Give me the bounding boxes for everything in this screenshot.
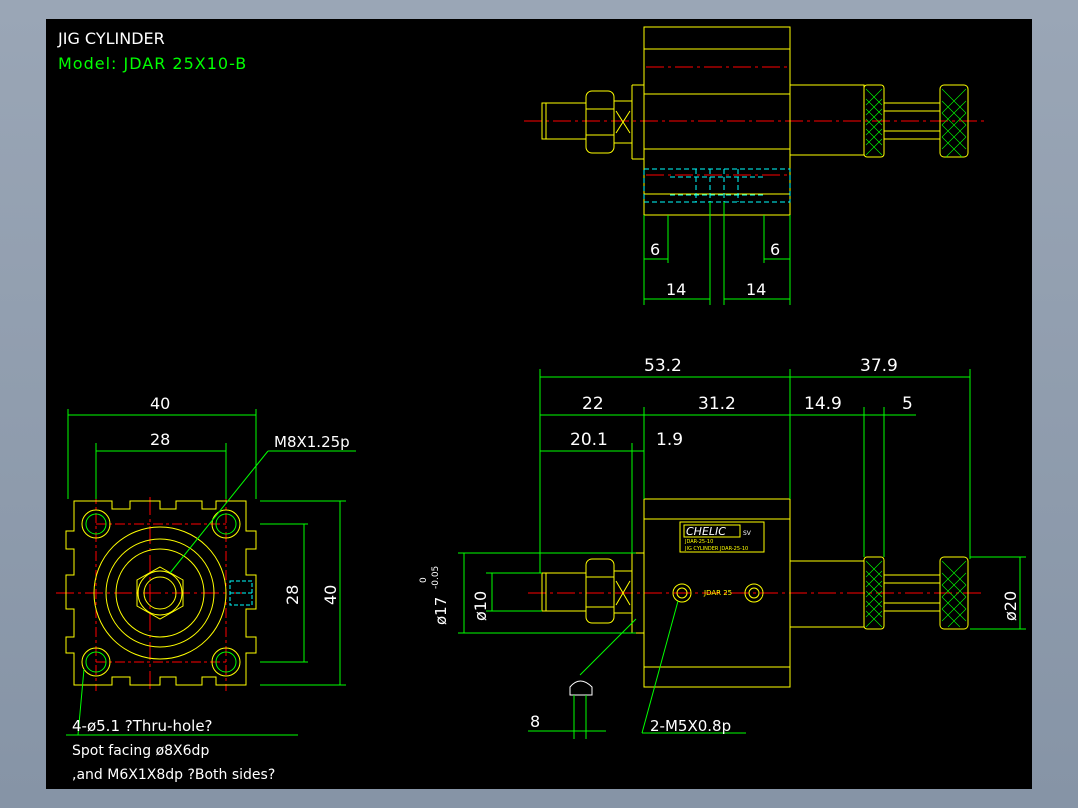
dim-22: 22 xyxy=(582,394,604,414)
dim-20-1: 20.1 xyxy=(570,430,608,450)
dim-tol-lower: -0.05 xyxy=(431,566,441,589)
dim-top-14-right: 14 xyxy=(746,280,766,299)
dim-front-40: 40 xyxy=(150,394,170,413)
dim-53-2: 53.2 xyxy=(644,356,682,376)
dim-front-40-vert: 40 xyxy=(321,585,340,605)
dim-5: 5 xyxy=(902,394,913,414)
note-thread-depth: ,and M6X1X8dp ?Both sides? xyxy=(72,767,275,783)
dim-tol-upper: 0 xyxy=(419,577,429,583)
brand-label: CHELIC xyxy=(686,525,726,538)
drawing-canvas[interactable]: JIG CYLINDER Model: JDAR 25X10-B 6 6 14 … xyxy=(46,19,1032,789)
top-view xyxy=(524,26,986,216)
side-view xyxy=(528,498,984,696)
plate-line1: JDAR-25-10 xyxy=(684,539,713,545)
dim-front-28: 28 xyxy=(150,430,170,449)
model-label: Model: JDAR 25X10-B xyxy=(58,54,247,73)
body-mark: JDAR 25 xyxy=(703,589,732,597)
front-view xyxy=(56,494,257,691)
dim-dia-17: ø17 xyxy=(432,597,450,625)
dim-1-9: 1.9 xyxy=(656,430,683,450)
drawing-title: JIG CYLINDER xyxy=(57,29,165,48)
dim-wrench-8: 8 xyxy=(530,712,540,731)
knurl-hatch-top xyxy=(865,88,967,158)
brand-suffix: SV xyxy=(743,530,752,537)
note-spot-facing: Spot facing ø8X6dp xyxy=(72,743,209,759)
dim-top-6-right: 6 xyxy=(770,240,780,259)
cad-drawing: JIG CYLINDER Model: JDAR 25X10-B 6 6 14 … xyxy=(56,26,1026,783)
dim-top-14-left: 14 xyxy=(666,280,686,299)
dim-front-28-vert: 28 xyxy=(283,585,302,605)
dim-37-9: 37.9 xyxy=(860,356,898,376)
dim-14-9: 14.9 xyxy=(804,394,842,414)
dim-thread: M8X1.25p xyxy=(274,433,350,451)
knurl-hatch-side xyxy=(865,560,967,628)
dim-dia-10: ø10 xyxy=(471,591,490,621)
app-window: JIG CYLINDER Model: JDAR 25X10-B 6 6 14 … xyxy=(0,0,1078,808)
dim-port: 2-M5X0.8p xyxy=(650,717,731,735)
note-holes: 4-ø5.1 ?Thru-hole? xyxy=(72,717,213,735)
dim-31-2: 31.2 xyxy=(698,394,736,414)
front-view-dims xyxy=(66,409,356,736)
dim-top-6-left: 6 xyxy=(650,240,660,259)
plate-line2: JIG CYLINDER JDAR-25-10 xyxy=(684,546,748,552)
side-view-dims xyxy=(458,369,1026,739)
dim-dia-20: ø20 xyxy=(1001,591,1020,621)
